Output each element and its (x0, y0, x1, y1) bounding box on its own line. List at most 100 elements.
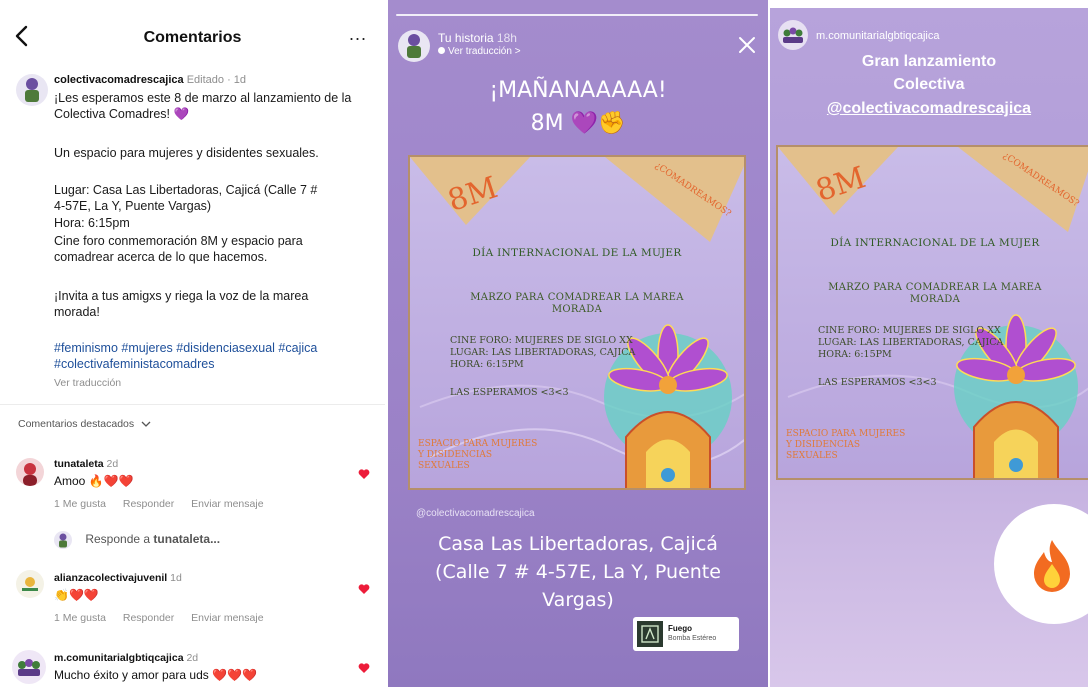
repost-text: Gran lanzamiento (861, 53, 997, 70)
comment-text: 👏❤️❤️ (54, 588, 99, 602)
avatar[interactable] (16, 74, 48, 106)
avatar[interactable] (398, 30, 430, 62)
avatar-person-icon (23, 463, 37, 486)
see-translation-link[interactable]: Ver traducción (54, 377, 121, 389)
post-caption-line: Lugar: Casa Las Libertadoras, Cajicá (Ca… (54, 183, 318, 197)
repost-story-panel[interactable]: m.comunitarialgbtiqcajica Gran lanzamien… (770, 8, 1088, 687)
heart-icon[interactable] (358, 583, 370, 595)
avatar-collective-icon (59, 533, 67, 548)
poster-subtitle: MORADA (551, 304, 603, 315)
comment-username[interactable]: m.comunitarialgbtiqcajica (54, 652, 184, 664)
poster-title: DÍA INTERNACIONAL DE LA MUJER (472, 247, 682, 259)
reply-prompt-user: tunataleta... (153, 532, 221, 547)
comment-likes[interactable]: 1 Me gusta (54, 498, 106, 510)
comment-actions: 1 Me gusta Responder Enviar mensaje (54, 612, 278, 624)
comment-username-row: alianzacolectivajuvenil 1d (54, 572, 182, 584)
post-caption-line: Hora: 6:15pm (54, 216, 130, 230)
reply-prompt[interactable]: Responde a tunataleta... (54, 531, 220, 549)
heart-icon[interactable] (358, 662, 370, 674)
comment-text: Amoo 🔥❤️❤️ (54, 474, 134, 488)
avatar-community-icon (783, 27, 803, 43)
avatar[interactable] (16, 458, 44, 486)
poster-info: LAS ESPERAMOS <3<3 (450, 387, 569, 398)
poster-space-text: SEXUALES (786, 451, 838, 461)
event-poster: 8M ¿COMADREAMOS? DÍA INTERNACIONAL DE LA… (408, 155, 746, 490)
comment-meta: 1d (170, 572, 182, 584)
location-line: (Calle 7 # 4-57E, La Y, Puente (435, 561, 721, 583)
story-headline: ¡MAÑANAAAAA! (489, 78, 667, 103)
poster-info: LAS ESPERAMOS <3<3 (818, 377, 937, 388)
post-meta: Editado · 1d (186, 74, 247, 86)
chevron-down-icon (141, 421, 151, 428)
poster-subtitle: MARZO PARA COMADREAR LA MAREA (470, 292, 684, 303)
avatar[interactable] (16, 570, 44, 598)
reply-button[interactable]: Responder (123, 612, 174, 624)
heart-icon[interactable] (358, 468, 370, 480)
poster-space-text: Y DISIDENCIAS (786, 440, 861, 450)
comment-username[interactable]: tunataleta (54, 458, 104, 470)
poster-space-text: SEXUALES (418, 461, 470, 471)
event-poster: 8M ¿COMADREAMOS? DÍA INTERNACIONAL DE LA… (776, 145, 1088, 480)
repost-text: Colectiva (893, 76, 965, 93)
avatar[interactable] (778, 20, 808, 50)
reply-button[interactable]: Responder (123, 498, 174, 510)
avatar-collective-icon (407, 34, 421, 58)
avatar (54, 531, 72, 549)
poster-info: LUGAR: LAS LIBERTADORAS, CAJICA (450, 347, 636, 358)
post-hashtags[interactable]: #colectivafeministacomadres (54, 356, 379, 372)
post-username[interactable]: colectivacomadrescajica (54, 74, 184, 86)
story-time: 18h (496, 31, 517, 45)
post-caption-line: Un espacio para mujeres y disidentes sex… (54, 146, 319, 160)
globe-icon (438, 47, 445, 54)
music-sticker[interactable]: Fuego Bomba Estéreo (633, 617, 739, 651)
post-caption-line: Cine foro conmemoración 8M y espacio par… (54, 234, 303, 248)
location-text: Casa Las Libertadoras, Cajicá (Calle 7 #… (388, 530, 768, 614)
poster-info: CINE FORO: MUJERES DE SIGLO XX (450, 335, 633, 346)
poster-subtitle: MARZO PARA COMADREAR LA MAREA (828, 282, 1042, 293)
poster-space-text: ESPACIO PARA MUJERES (418, 439, 538, 449)
post-username-row: colectivacomadrescajica Editado · 1d (54, 74, 246, 86)
story-progress-bar (396, 14, 758, 16)
story-translation-link[interactable]: Ver traducción > (438, 46, 521, 57)
story-panel[interactable]: Tu historia 18h Ver traducción > ¡MAÑANA… (388, 0, 768, 687)
comment-likes[interactable]: 1 Me gusta (54, 612, 106, 624)
repost-username[interactable]: m.comunitarialgbtiqcajica (816, 30, 940, 42)
location-line: Vargas) (542, 589, 614, 611)
post-hashtags[interactable]: #feminismo #mujeres #disidenciasexual #c… (54, 340, 379, 356)
featured-comments-label: Comentarios destacados (18, 418, 135, 430)
page-title: Comentarios (143, 29, 242, 46)
poster-info: HORA: 6:15PM (450, 359, 524, 370)
poster-space-text: Y DISIDENCIAS (418, 450, 493, 460)
close-icon[interactable] (738, 36, 756, 54)
mention-sticker[interactable]: @colectivacomadrescajica (416, 508, 535, 519)
comment-meta: 2d (106, 458, 119, 470)
comment-username-row: tunataleta 2d (54, 458, 118, 470)
poster-info: CINE FORO: MUJERES DE SIGLO XX (818, 325, 1001, 336)
avatar-logo-icon (22, 577, 38, 591)
music-artist: Bomba Estéreo (668, 635, 717, 642)
featured-comments-toggle[interactable]: Comentarios destacados (18, 418, 151, 430)
avatar-collective-icon (25, 78, 39, 102)
comments-header: Comentarios ... (0, 0, 385, 70)
comment-text: Mucho éxito y amor para uds ❤️❤️❤️ (54, 668, 257, 682)
comment-username[interactable]: alianzacolectivajuvenil (54, 572, 167, 584)
post-caption-line: Colectiva Comadres! 💜 (54, 107, 190, 121)
avatar-community-icon (18, 659, 40, 676)
post-caption-line: ¡Invita a tus amigxs y riega la voz de l… (54, 289, 309, 303)
repost-mention[interactable]: @colectivacomadrescajica (770, 100, 1088, 118)
send-message-button[interactable]: Enviar mensaje (191, 498, 263, 510)
comment-username-row: m.comunitarialgbtiqcajica 2d (54, 652, 198, 664)
avatar[interactable] (12, 650, 46, 684)
comment-meta: 2d (186, 652, 199, 664)
poster-space-text: ESPACIO PARA MUJERES (786, 429, 906, 439)
post-caption-line: ¡Les esperamos este 8 de marzo al lanzam… (54, 91, 352, 105)
story-username[interactable]: Tu historia (438, 31, 494, 45)
send-message-button[interactable]: Enviar mensaje (191, 612, 263, 624)
poster-subtitle: MORADA (909, 294, 961, 305)
more-options-icon[interactable]: ... (349, 24, 367, 45)
location-line: Casa Las Libertadoras, Cajicá (438, 533, 718, 555)
comment-actions: 1 Me gusta Responder Enviar mensaje (54, 498, 278, 510)
reply-prompt-prefix: Responde a (85, 532, 154, 547)
post-caption-line: morada! (54, 305, 100, 319)
story-translation-label: Ver traducción > (448, 46, 521, 57)
